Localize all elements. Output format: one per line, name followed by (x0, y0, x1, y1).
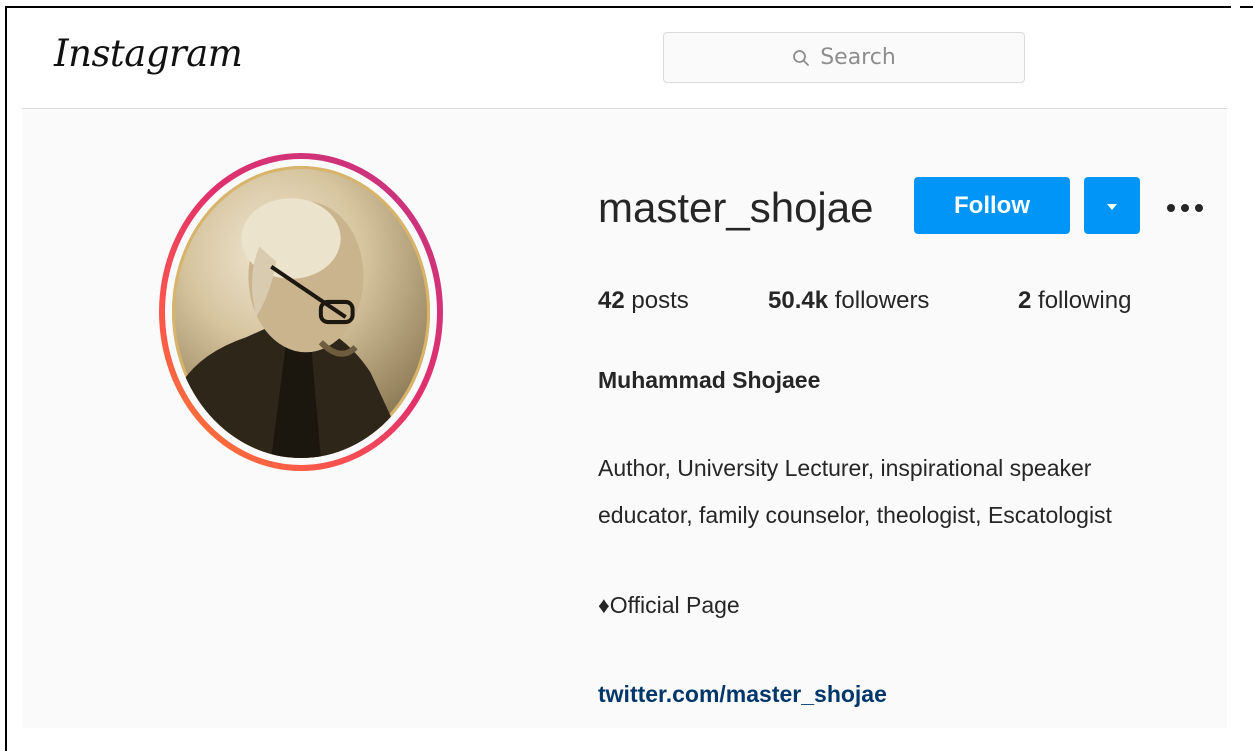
caret-down-icon (1106, 196, 1118, 215)
posts-count: 42 (598, 287, 625, 314)
instagram-logo[interactable]: Instagram (54, 30, 243, 78)
story-ring[interactable] (159, 153, 443, 471)
bio-line: educator, family counselor, theologist, … (598, 502, 1112, 528)
frame-border-tick (1240, 6, 1253, 8)
posts-label: posts (631, 287, 689, 314)
following-stat[interactable]: 2 following (1018, 287, 1131, 315)
bio-line: Author, University Lecturer, inspiration… (598, 455, 1092, 481)
avatar-portrait (181, 198, 411, 458)
followers-label: followers (834, 287, 930, 314)
profile-username: master_shojae (598, 184, 874, 231)
profile-full-name: Muhammad Shojaee (598, 367, 821, 393)
more-options-button[interactable] (1162, 194, 1208, 220)
top-nav: Instagram Search (22, 8, 1227, 109)
search-icon (792, 49, 810, 67)
following-label: following (1038, 287, 1132, 314)
search-input[interactable]: Search (663, 32, 1025, 83)
profile-section: master_shojae Follow 42 posts 50.4k foll… (22, 109, 1227, 728)
bio-line: ♦Official Page (598, 592, 740, 618)
posts-stat: 42 posts (598, 287, 689, 315)
following-count: 2 (1018, 287, 1032, 314)
more-options-icon (1165, 198, 1205, 217)
avatar (172, 166, 430, 458)
followers-stat[interactable]: 50.4k followers (768, 287, 929, 315)
follow-button[interactable]: Follow (914, 177, 1070, 234)
frame-border-left (5, 6, 7, 751)
suggested-accounts-button[interactable] (1084, 177, 1140, 234)
avatar-gap (165, 159, 437, 465)
profile-website-link[interactable]: twitter.com/master_shojae (598, 681, 887, 708)
search-placeholder: Search (820, 45, 896, 70)
followers-count: 50.4k (768, 287, 829, 314)
